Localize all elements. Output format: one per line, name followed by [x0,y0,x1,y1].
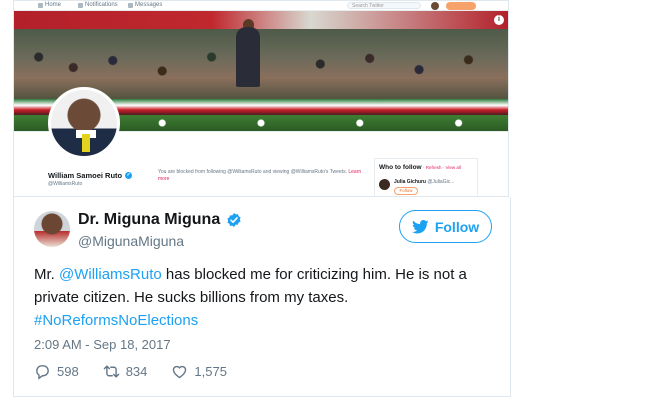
profile-screenshot: Home Notifications Messages Search Twitt… [13,0,509,197]
mention-link[interactable]: @WilliamsRuto [59,266,162,283]
profile-photo [48,87,120,159]
nav-notifications[interactable]: Notifications [78,2,118,8]
suggested-user-name-text: Julia Gichuru [394,179,426,185]
retweet-button[interactable]: 834 [103,363,148,380]
nav-notifications-label: Notifications [85,2,118,8]
tweet-timestamp[interactable]: 2:09 AM - Sep 18, 2017 [34,337,171,352]
profile-photo-tie [82,134,90,152]
nav-messages-label: Messages [135,2,163,8]
avatar[interactable] [379,179,390,190]
twitter-bird-icon [411,219,429,233]
nav-home[interactable]: Home [38,2,61,8]
tweet-text: Mr. @WilliamsRuto has blocked me for cri… [34,263,494,332]
tweet-button[interactable] [446,2,476,10]
blocked-message: You are blocked from following @Williams… [158,169,368,183]
verified-badge-icon [227,213,241,227]
profile-handle: @WilliamsRuto [48,181,83,187]
reply-button[interactable]: 598 [34,363,79,380]
like-button[interactable]: 1,575 [171,363,227,380]
suggested-user-name[interactable]: Julia Gichuru @JuliaGic... [394,179,454,185]
nav-messages[interactable]: Messages [128,2,162,8]
blocked-message-text: You are blocked from following @Williams… [158,169,347,175]
follow-button[interactable]: Follow [399,210,492,243]
author-name[interactable]: Dr. Miguna Miguna [78,211,242,229]
bell-icon [78,2,83,8]
suggested-user-handle: @JuliaGic... [427,179,455,185]
home-icon [38,2,43,8]
who-to-follow-title: Who to follow [379,164,422,171]
mail-icon [128,2,133,8]
reply-count: 598 [57,363,79,379]
follow-button-label: Follow [434,218,480,235]
profile-name-text: William Samoei Ruto [48,171,123,180]
retweet-count: 834 [125,363,148,379]
nav-home-label: Home [45,2,62,8]
hashtag-link[interactable]: #NoReformsNoElections [34,312,198,329]
author-handle[interactable]: @MigunaMiguna [78,233,184,249]
tweet-text-part: Mr. [34,266,59,283]
profile-name: William Samoei Ruto ✓ [48,171,133,180]
banner-speaker [236,27,260,87]
search-input[interactable]: Search Twitter [347,2,421,9]
retweet-icon [103,364,119,378]
suggested-follow-button[interactable]: Follow [394,187,418,195]
heart-icon [173,365,187,378]
reply-icon [36,364,49,380]
top-nav: Home Notifications Messages Search Twitt… [14,1,508,11]
avatar[interactable] [34,211,70,247]
who-to-follow-panel: Who to follow · Refresh · View all Julia… [374,158,478,196]
author-name-text: Dr. Miguna Miguna [78,211,221,228]
like-count: 1,575 [194,363,227,379]
verified-icon: ✓ [125,172,133,179]
tweet-card: Dr. Miguna Miguna @MigunaMiguna Follow M… [13,197,511,397]
who-to-follow-links[interactable]: · Refresh · View all [423,165,461,170]
info-icon[interactable]: i [494,15,504,25]
tweet-actions: 598 834 1,575 [34,361,251,381]
avatar[interactable] [431,2,439,10]
banner-backdrop [14,11,508,31]
